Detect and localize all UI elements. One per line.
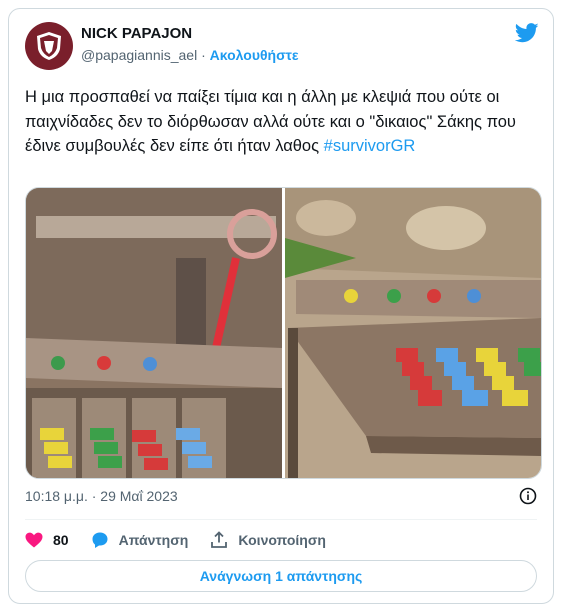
divider — [25, 519, 537, 520]
twitter-bird-icon[interactable] — [514, 23, 539, 48]
tweet-body: Η μια προσπαθεί να παίξει τίμια και η άλ… — [25, 88, 516, 155]
heart-icon — [25, 532, 43, 548]
follow-button[interactable]: Ακολουθήστε — [210, 47, 299, 63]
tweet-card: NICK PAPAJON @papagiannis_ael · Ακολουθή… — [8, 8, 554, 604]
share-label: Κοινοποίηση — [238, 532, 326, 548]
hashtag-link[interactable]: #survivorGR — [324, 137, 416, 155]
read-replies-label: Ανάγνωση 1 απάντησης — [199, 568, 363, 584]
separator: · — [201, 47, 206, 63]
tweet-media[interactable] — [25, 187, 542, 479]
reply-icon — [92, 532, 108, 548]
tweet-timestamp[interactable]: 10:18 μ.μ. · 29 Μαΐ 2023 — [25, 488, 178, 504]
reply-label: Απάντηση — [118, 532, 189, 548]
info-icon[interactable] — [519, 487, 537, 510]
author-name[interactable]: NICK PAPAJON — [81, 25, 192, 42]
author-handle[interactable]: @papagiannis_ael — [81, 47, 197, 63]
reply-button[interactable]: Απάντηση — [91, 531, 189, 549]
action-bar: 80 Απάντηση Κοινοποίηση — [25, 527, 348, 553]
avatar[interactable] — [25, 22, 73, 70]
media-image — [26, 188, 541, 478]
tweet-text: Η μια προσπαθεί να παίξει τίμια και η άλ… — [25, 85, 545, 159]
author-handle-row: @papagiannis_ael · Ακολουθήστε — [81, 47, 299, 63]
club-logo-icon — [37, 32, 61, 60]
share-icon — [211, 531, 228, 548]
share-button[interactable]: Κοινοποίηση — [210, 531, 326, 549]
read-replies-button[interactable]: Ανάγνωση 1 απάντησης — [25, 560, 537, 592]
likes-count: 80 — [53, 532, 69, 548]
like-button[interactable]: 80 — [25, 532, 69, 548]
